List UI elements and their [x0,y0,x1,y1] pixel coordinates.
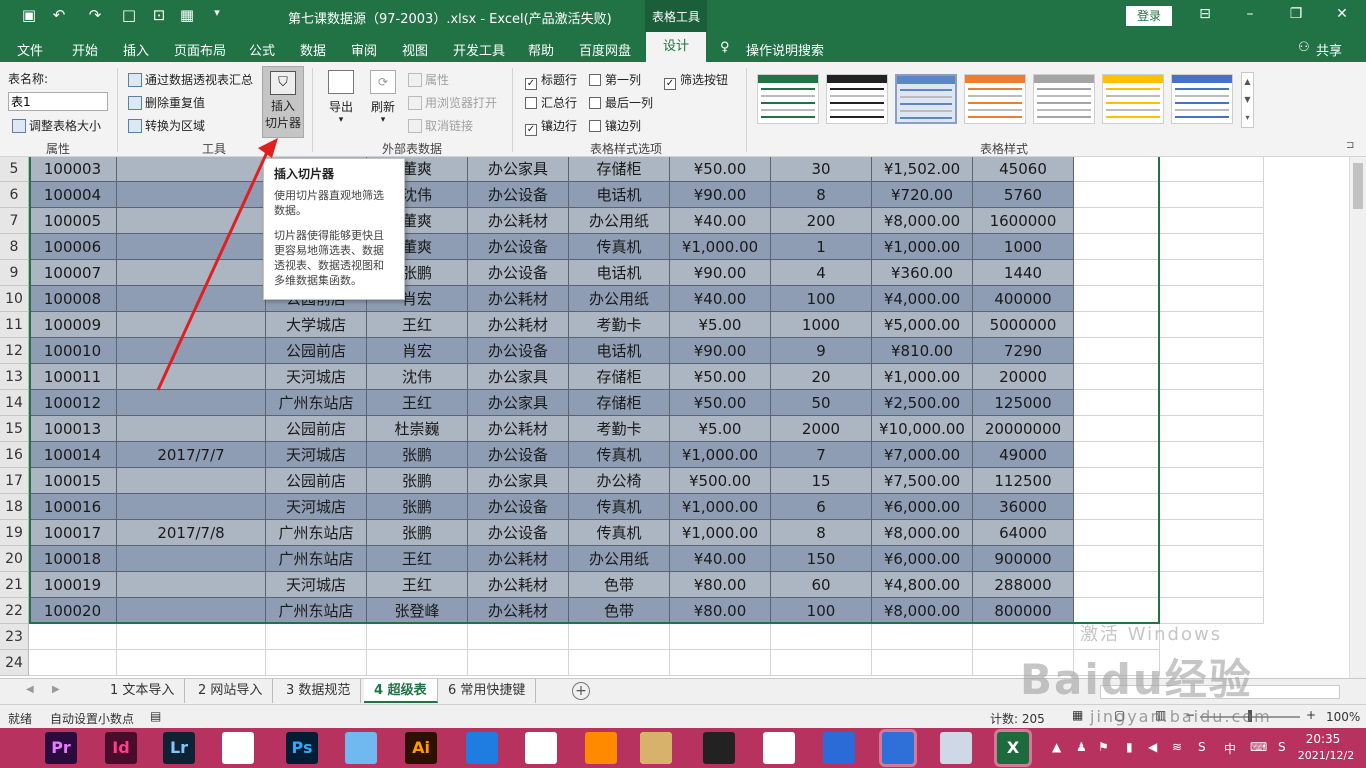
tray-volume-icon[interactable]: ◀ [1148,740,1157,754]
sheet-tab[interactable]: 4 超级表 [364,679,438,703]
watermark-logo: Baidu经验 [1020,655,1253,704]
sheet-tab[interactable]: 3 数据规范 [276,679,362,703]
scroll-right-icon[interactable]: ▶ [52,684,60,695]
status-count: 计数: 205 [990,712,1045,726]
ai-app-icon[interactable]: Ai [405,732,437,764]
sheet-tab[interactable]: 6 常用快捷键 [438,679,537,703]
clock-time: 20:35 [1305,732,1341,746]
excel-icon[interactable]: X [997,732,1029,764]
status-ready: 就绪 [8,712,33,726]
chat-app-icon[interactable] [345,732,377,764]
tray-expand-icon[interactable]: ▲ [1052,740,1061,754]
ie-icon[interactable] [823,732,855,764]
arrow-head [258,138,278,158]
arrow-shaft [156,149,270,391]
chrome-icon[interactable] [525,732,557,764]
folder-icon[interactable] [640,732,672,764]
video-app-icon[interactable] [466,732,498,764]
id-app-icon[interactable]: Id [105,732,137,764]
tray-qq-icon[interactable]: ♟ [1076,740,1087,754]
taskbar: Pr Id Lr Ps Ai X ▲ ♟ ⚑ ▮ ◀ ≋ S ⌨ S 中 20:35 2021/12/2 [0,728,1366,768]
browser-app-icon[interactable] [222,732,254,764]
ps-app-icon[interactable]: Ps [286,732,318,764]
tray-flag-icon[interactable]: ⚑ [1098,740,1109,754]
clock-date: 2021/12/2 [1297,749,1355,762]
activate-windows-text: 激活 Windows [1080,624,1223,645]
tray-app-icon[interactable]: S [1278,740,1286,754]
lr-app-icon[interactable]: Lr [163,732,195,764]
macro-record-icon[interactable]: ▤ [150,709,161,723]
sheet-tab[interactable]: 1 文本导入 [100,679,186,703]
tray-sogou-icon[interactable]: S [1198,740,1206,754]
wps-icon[interactable] [882,732,914,764]
sheet-tab[interactable]: 2 网站导入 [188,679,274,703]
add-sheet-icon[interactable]: + [572,682,590,700]
watermark-url: jingyan.baidu.com [1090,707,1272,726]
media-app-icon[interactable] [703,732,735,764]
tray-keyboard-icon[interactable]: ⌨ [1250,740,1267,754]
notes-app-icon[interactable] [940,732,972,764]
qq-icon[interactable] [763,732,795,764]
tray-network-icon[interactable]: ≋ [1172,740,1182,754]
ime-app-icon[interactable] [585,732,617,764]
status-auto-decimal: 自动设置小数点 [50,712,135,726]
normal-view-icon[interactable]: ▦ [1072,708,1083,722]
pr-app-icon[interactable]: Pr [45,732,77,764]
scroll-left-icon[interactable]: ◀ [26,684,34,695]
watermark: 激活 Windows Baidu经验 jingyan.baidu.com [1020,620,1340,726]
tray-battery-icon[interactable]: ▮ [1126,740,1133,754]
ime-indicator[interactable]: 中 [1224,740,1236,757]
